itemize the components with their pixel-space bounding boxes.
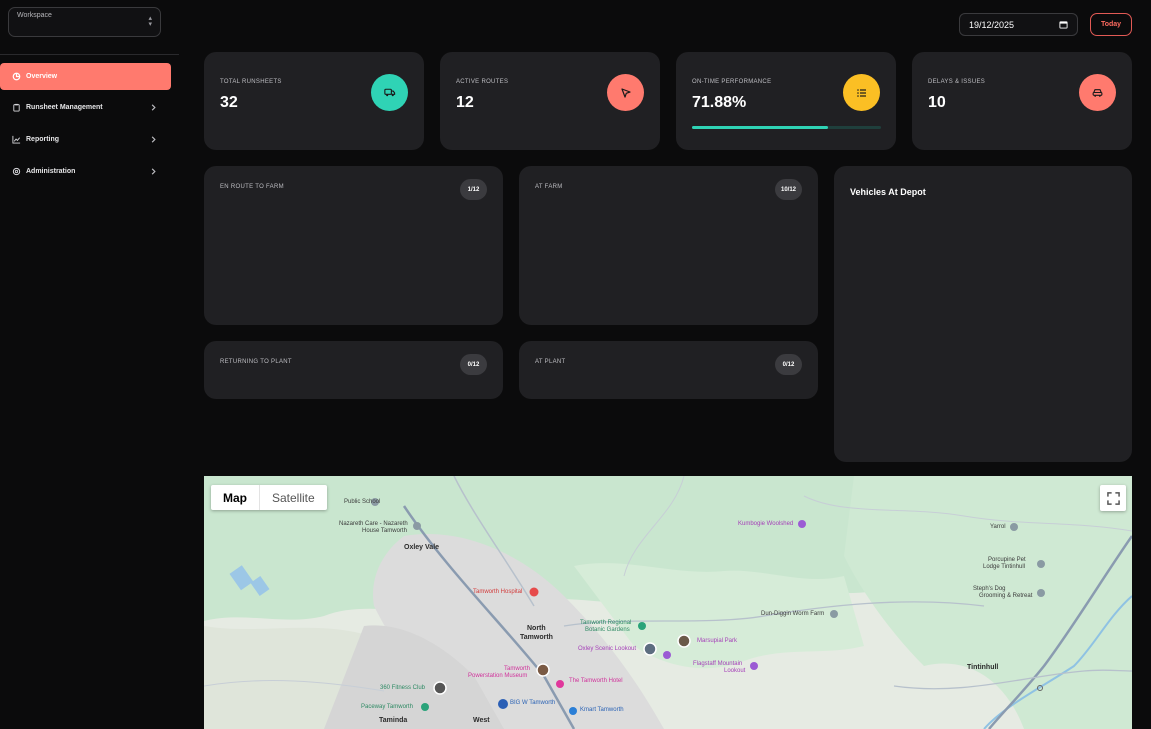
map-tab[interactable]: Map [211, 485, 259, 510]
stat-card-on-time-performance: ON-TIME PERFORMANCE 71.88% [676, 52, 896, 150]
panel-title: AT PLANT [535, 359, 566, 365]
date-value: 19/12/2025 [969, 20, 1015, 30]
map-place-label: Tamworth Regional [580, 620, 632, 626]
map-place-label: Steph's Dog [973, 586, 1006, 592]
stat-value: 71.88% [692, 94, 747, 111]
sidebar-item-label: Reporting [26, 136, 60, 143]
sidebar-item-label: Overview [26, 73, 58, 80]
stat-label: ON-TIME PERFORMANCE [692, 79, 772, 85]
chevron-right-icon [151, 136, 156, 143]
sidebar-item-runsheet-management[interactable]: Runsheet Management [0, 94, 171, 121]
stat-value: 32 [220, 94, 238, 111]
on-time-progress-bar [692, 126, 881, 129]
map-place-label: Grooming & Retreat [979, 593, 1033, 599]
map-place-label: BIG W Tamworth [510, 700, 556, 706]
map-place-label: Tamworth [504, 666, 531, 672]
map-place-label: Lookout [724, 668, 746, 674]
trend-chart-icon [12, 135, 21, 144]
stat-value: 12 [456, 94, 474, 111]
map-place-label: Taminda [379, 717, 408, 724]
stat-label: TOTAL RUNSHEETS [220, 79, 282, 85]
list-icon [843, 74, 880, 111]
map-place-label: Yarrol [990, 524, 1006, 530]
map-view[interactable]: Public School Nazareth Care - Nazareth H… [204, 476, 1132, 729]
map-place-label: Botanic Gardens [585, 627, 630, 633]
clipboard-icon [12, 103, 21, 112]
panel-title: EN ROUTE TO FARM [220, 184, 284, 190]
fullscreen-button[interactable] [1100, 485, 1126, 511]
panel-at-plant: AT PLANT 0/12 [519, 341, 818, 399]
sidebar-divider [0, 54, 179, 55]
satellite-tab[interactable]: Satellite [259, 485, 327, 510]
car-icon [1079, 74, 1116, 111]
panel-at-farm: AT FARM 10/12 [519, 166, 818, 325]
panel-title: RETURNING TO PLANT [220, 359, 292, 365]
workspace-select[interactable]: Workspace ▴ ▾ [8, 7, 161, 37]
select-arrows-icon: ▴ ▾ [148, 15, 152, 28]
count-badge: 0/12 [775, 354, 802, 375]
count-badge: 1/12 [460, 179, 487, 200]
stat-label: DELAYS & ISSUES [928, 79, 986, 85]
count-badge: 0/12 [460, 354, 487, 375]
panel-title: AT FARM [535, 184, 563, 190]
workspace-label: Workspace [17, 12, 52, 19]
stat-card-active-routes: ACTIVE ROUTES 12 [440, 52, 660, 150]
sidebar: Workspace ▴ ▾ Overview Runsheet Managemen… [0, 0, 179, 729]
map-place-label: Kmart Tamworth [580, 707, 624, 713]
map-place-label: Marsupial Park [697, 638, 738, 644]
map-place-label: Kumbogie Woolshed [738, 521, 794, 527]
sidebar-item-administration[interactable]: Administration [0, 158, 171, 185]
truck-icon [371, 74, 408, 111]
map-place-label: Nazareth Care - Nazareth [339, 521, 408, 527]
stat-card-total-runsheets: TOTAL RUNSHEETS 32 [204, 52, 424, 150]
sidebar-item-label: Runsheet Management [26, 104, 103, 111]
panel-returning-to-plant: RETURNING TO PLANT 0/12 [204, 341, 503, 399]
calendar-icon[interactable] [1059, 20, 1068, 29]
on-time-progress-fill [692, 126, 828, 129]
panel-vehicles-at-depot: Vehicles At Depot [834, 166, 1132, 462]
map-place-label: Dun-Diggin Worm Farm [761, 611, 825, 617]
map-place-label: Oxley Vale [404, 544, 440, 551]
stat-label: ACTIVE ROUTES [456, 79, 509, 85]
map-place-label: Public School [344, 499, 381, 505]
sidebar-item-overview[interactable]: Overview [0, 63, 171, 90]
map-place-label: Flagstaff Mountain [693, 661, 743, 667]
gear-icon [12, 167, 21, 176]
map-place-label: Porcupine Pet [988, 557, 1026, 563]
map-place-label: House Tamworth [362, 528, 407, 534]
panel-en-route-to-farm: EN ROUTE TO FARM 1/12 [204, 166, 503, 325]
stat-card-delays-issues: DELAYS & ISSUES 10 [912, 52, 1132, 150]
map-place-label: 360 Fitness Club [380, 685, 426, 691]
map-place-label: The Tamworth Hotel [569, 678, 623, 684]
panel-title: Vehicles At Depot [850, 187, 926, 197]
map-place-label: Tintinhull [967, 664, 999, 671]
chevron-right-icon [151, 104, 156, 111]
navigation-icon [607, 74, 644, 111]
map-place-label: Oxley Scenic Lookout [578, 646, 637, 652]
map-place-label: North [527, 625, 546, 632]
map-place-label: Lodge Tintinhull [983, 564, 1026, 570]
map-canvas[interactable] [204, 476, 1132, 729]
today-button[interactable]: Today [1090, 13, 1132, 36]
map-place-label: Tamworth Hospital [473, 589, 523, 595]
chevron-right-icon [151, 168, 156, 175]
count-badge: 10/12 [775, 179, 802, 200]
map-type-toggle: Map Satellite [211, 485, 327, 510]
date-input[interactable]: 19/12/2025 [959, 13, 1078, 36]
map-place-label: Tamworth [520, 634, 553, 641]
map-place-label: Paceway Tamworth [361, 704, 413, 710]
stat-value: 10 [928, 94, 946, 111]
sidebar-item-reporting[interactable]: Reporting [0, 126, 171, 153]
sidebar-item-label: Administration [26, 168, 76, 175]
map-place-label: West [473, 717, 490, 724]
pie-chart-icon [12, 72, 21, 81]
map-place-label: Powerstation Museum [468, 673, 528, 679]
fullscreen-icon [1106, 491, 1120, 505]
